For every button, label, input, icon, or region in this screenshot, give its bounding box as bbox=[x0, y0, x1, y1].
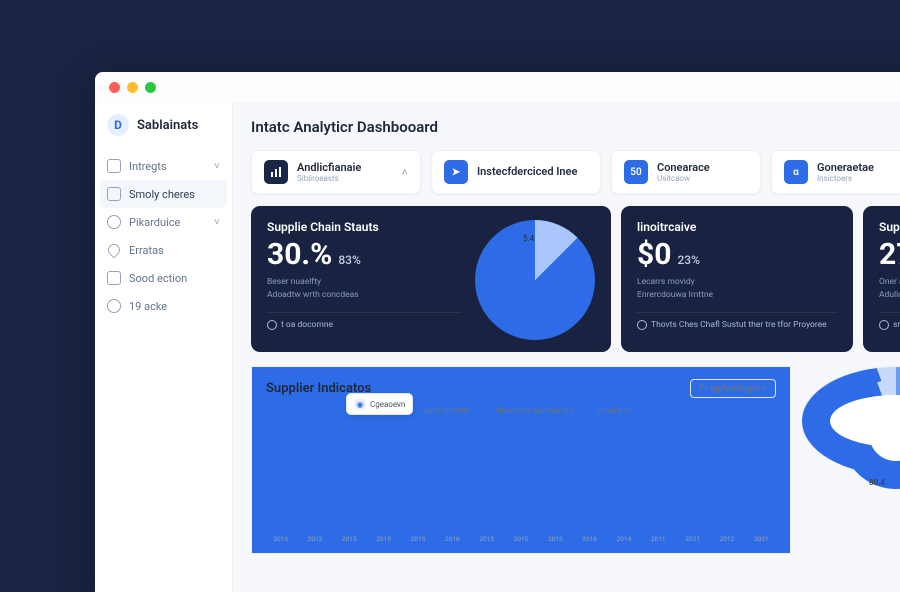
donut-chart: 41.1 691 80.4 bbox=[841, 379, 900, 489]
pie-slice-label: 5.4 bbox=[523, 234, 534, 243]
close-icon[interactable] bbox=[109, 82, 120, 93]
page-header: Intatc Analyticr Dashbooard bbox=[251, 118, 900, 136]
chart-row: Supplier Indicatos Pr typfonOcgst ˅ dato… bbox=[251, 366, 900, 554]
square-icon bbox=[107, 271, 121, 285]
alpha-icon: α bbox=[784, 160, 808, 184]
sidebar-item-label: 19 acke bbox=[129, 300, 167, 313]
app-name: Sablainats bbox=[137, 118, 198, 133]
browser-window: D Sablainats Intregts ˅ Smoly cheres Pik… bbox=[95, 72, 900, 592]
stat-card-supply-ireasu: Supply Ireasu 2700 Oner a Vral Fr Adulic… bbox=[863, 206, 900, 352]
bar-chart: ◉ Cgeaoevn bbox=[266, 421, 776, 531]
chart-tooltip: ◉ Cgeaoevn bbox=[346, 393, 413, 415]
logo-icon: D bbox=[107, 114, 129, 136]
chart-filter-pill[interactable]: Pr typfonOcgst ˅ bbox=[690, 379, 776, 398]
sidebar-item-label: Sood ection bbox=[129, 272, 187, 285]
kpi-label: Andlicfianaie bbox=[297, 161, 361, 174]
chevron-down-icon: ˅ bbox=[214, 161, 220, 172]
stat-meta: Oner a Vral Fr Adulic in Eatoy dorer bbox=[879, 276, 900, 302]
analytics-icon bbox=[264, 160, 288, 184]
square-icon bbox=[107, 159, 121, 173]
stat-title: linoitrcaive bbox=[637, 220, 837, 234]
stat-value: 2700 bbox=[879, 240, 900, 270]
sidebar-item-intregts[interactable]: Intregts ˅ bbox=[95, 152, 232, 180]
sidebar-item-label: Pikarduice bbox=[129, 216, 180, 229]
sidebar-item-erratas[interactable]: Erratas bbox=[95, 236, 232, 264]
donut-label: 80.4 bbox=[869, 478, 885, 487]
kpi-card[interactable]: 50 Conearace Usitcaow bbox=[611, 150, 761, 194]
stat-title: Supply Ireasu bbox=[879, 220, 900, 234]
kpi-sub: Insictoers bbox=[817, 174, 874, 183]
refresh-icon bbox=[267, 320, 277, 330]
main-content: Intatc Analyticr Dashbooard Andlicfianai… bbox=[233, 102, 900, 592]
sidebar-item-label: Intregts bbox=[129, 160, 167, 173]
pie-chart: 5.4 bbox=[475, 220, 595, 340]
stat-row: Supplie Chain Stauts 30.% 83% Beser nuae… bbox=[251, 206, 900, 352]
circle-icon bbox=[107, 215, 121, 229]
stat-card-linoitrcaive: linoitrcaive $0 23% Lecarrs movidy Enrer… bbox=[621, 206, 853, 352]
stat-footer[interactable]: Thovts Ches Chafl Sustut ther tre tfor P… bbox=[637, 312, 837, 330]
pin-icon bbox=[106, 242, 123, 259]
kpi-label: Conearace bbox=[657, 161, 710, 174]
stat-meta: Beser nuaelfty Adoadtw wrth concdeas bbox=[267, 276, 461, 302]
donut-chart-card: 41.1 691 80.4 bbox=[801, 366, 900, 476]
kpi-label: Instecfderciced Inee bbox=[477, 165, 577, 178]
count-icon: 50 bbox=[624, 160, 648, 184]
kpi-sub: Sibliroeasts bbox=[297, 174, 361, 183]
stat-title: Supplie Chain Stauts bbox=[267, 220, 461, 234]
kpi-card[interactable]: Andlicfianaie Sibliroeasts ˄ bbox=[251, 150, 421, 194]
stat-value: $0 23% bbox=[637, 240, 837, 270]
sidebar-item-label: Erratas bbox=[129, 244, 164, 257]
stat-footer[interactable]: sret thom bbox=[879, 312, 900, 330]
stat-footer[interactable]: t oa docomne bbox=[267, 312, 461, 330]
maximize-icon[interactable] bbox=[145, 82, 156, 93]
x-axis: 2013201320152015201520162013201520132016… bbox=[266, 535, 776, 543]
refresh-icon bbox=[879, 320, 889, 330]
bar-chart-card: Supplier Indicatos Pr typfonOcgst ˅ dato… bbox=[251, 366, 791, 554]
sidebar-item-smoly-cheres[interactable]: Smoly cheres bbox=[100, 180, 227, 208]
kpi-card[interactable]: ➤ Instecfderciced Inee bbox=[431, 150, 601, 194]
refresh-icon bbox=[637, 320, 647, 330]
sidebar-item-sood-ection[interactable]: Sood ection bbox=[95, 264, 232, 292]
stat-card-supply-chain: Supplie Chain Stauts 30.% 83% Beser nuae… bbox=[251, 206, 611, 352]
kpi-sub: Usitcaow bbox=[657, 174, 710, 183]
chevron-down-icon: ˅ bbox=[214, 217, 220, 228]
kpi-card[interactable]: α Goneraetae Insictoers bbox=[771, 150, 900, 194]
chart-legend: dato obseltie dinsersvle poreaie ofs Ino… bbox=[266, 406, 776, 415]
chevron-up-icon: ˄ bbox=[402, 166, 408, 179]
circle-icon bbox=[107, 299, 121, 313]
minimize-icon[interactable] bbox=[127, 82, 138, 93]
kpi-label: Goneraetae bbox=[817, 161, 874, 174]
stat-value: 30.% 83% bbox=[267, 240, 461, 270]
sidebar: D Sablainats Intregts ˅ Smoly cheres Pik… bbox=[95, 102, 233, 592]
sidebar-item-label: Smoly cheres bbox=[129, 188, 195, 201]
arrow-icon: ➤ bbox=[444, 160, 468, 184]
app-logo[interactable]: D Sablainats bbox=[95, 114, 232, 152]
kpi-row: Andlicfianaie Sibliroeasts ˄ ➤ Instecfde… bbox=[251, 150, 900, 194]
stat-meta: Lecarrs movidy Enrercdouwa Imttne bbox=[637, 276, 837, 302]
sidebar-item-pikarduice[interactable]: Pikarduice ˅ bbox=[95, 208, 232, 236]
window-controls bbox=[95, 72, 900, 102]
sidebar-item-19-acke[interactable]: 19 acke bbox=[95, 292, 232, 320]
page-title: Intatc Analyticr Dashbooard bbox=[251, 118, 438, 136]
square-icon bbox=[107, 187, 121, 201]
